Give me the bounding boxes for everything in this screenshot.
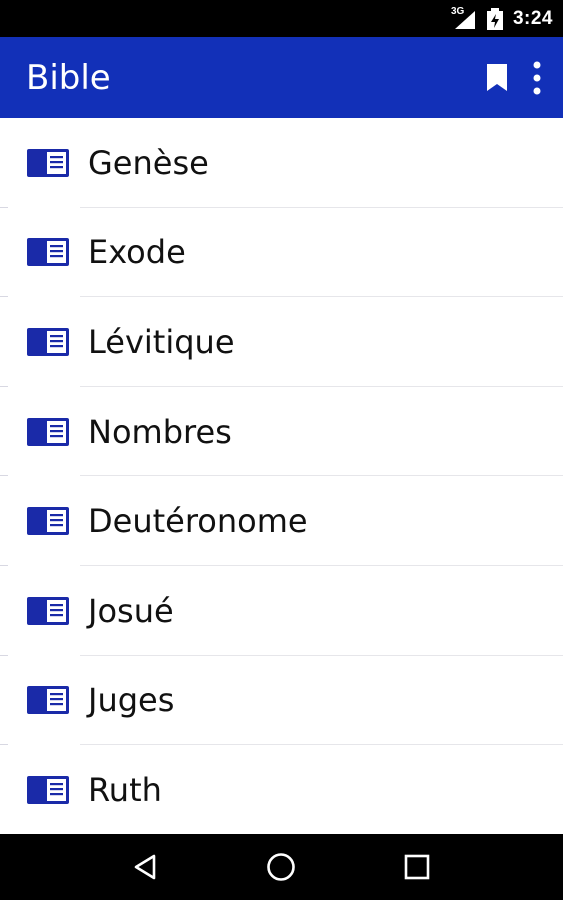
back-button[interactable] xyxy=(116,842,176,892)
home-icon xyxy=(267,853,296,881)
book-icon xyxy=(27,148,69,177)
app-title: Bible xyxy=(26,57,111,98)
home-button[interactable] xyxy=(251,842,311,892)
app-bar: Bible xyxy=(0,37,563,118)
recents-button[interactable] xyxy=(387,842,447,892)
list-item-genese[interactable]: Genèse xyxy=(0,118,563,208)
book-icon xyxy=(27,775,69,804)
book-icon xyxy=(27,686,69,715)
app-bar-actions xyxy=(485,61,541,95)
list-item-nombres[interactable]: Nombres xyxy=(0,387,563,477)
book-icon xyxy=(27,327,69,356)
recents-icon xyxy=(404,854,430,880)
bookmark-icon xyxy=(487,63,507,91)
book-icon xyxy=(27,507,69,536)
list-item-deuteronome[interactable]: Deutéronome xyxy=(0,476,563,566)
book-label: Ruth xyxy=(88,770,162,809)
book-label: Nombres xyxy=(88,412,232,451)
book-list: Genèse Exode Lévitique Nombres Deutérono… xyxy=(0,118,563,834)
list-item-juges[interactable]: Juges xyxy=(0,656,563,746)
book-label: Juges xyxy=(88,681,175,720)
navigation-bar xyxy=(0,834,563,900)
book-label: Exode xyxy=(88,233,186,272)
signal-icon: 3G xyxy=(451,6,477,30)
book-label: Genèse xyxy=(88,143,209,182)
list-item-josue[interactable]: Josué xyxy=(0,566,563,656)
battery-charging-icon xyxy=(485,7,505,30)
back-icon xyxy=(134,854,156,880)
book-label: Deutéronome xyxy=(88,502,308,541)
book-icon xyxy=(27,417,69,446)
book-icon xyxy=(27,596,69,625)
list-item-ruth[interactable]: Ruth xyxy=(0,745,563,834)
overflow-menu-icon xyxy=(533,61,541,94)
list-item-levitique[interactable]: Lévitique xyxy=(0,297,563,387)
status-bar: 3G 3:24 xyxy=(0,0,563,37)
overflow-menu-button[interactable] xyxy=(533,61,541,95)
bookmark-button[interactable] xyxy=(485,63,509,93)
list-item-exode[interactable]: Exode xyxy=(0,208,563,298)
clock: 3:24 xyxy=(512,7,553,29)
book-icon xyxy=(27,238,69,267)
book-label: Josué xyxy=(88,591,174,630)
book-label: Lévitique xyxy=(88,322,235,361)
